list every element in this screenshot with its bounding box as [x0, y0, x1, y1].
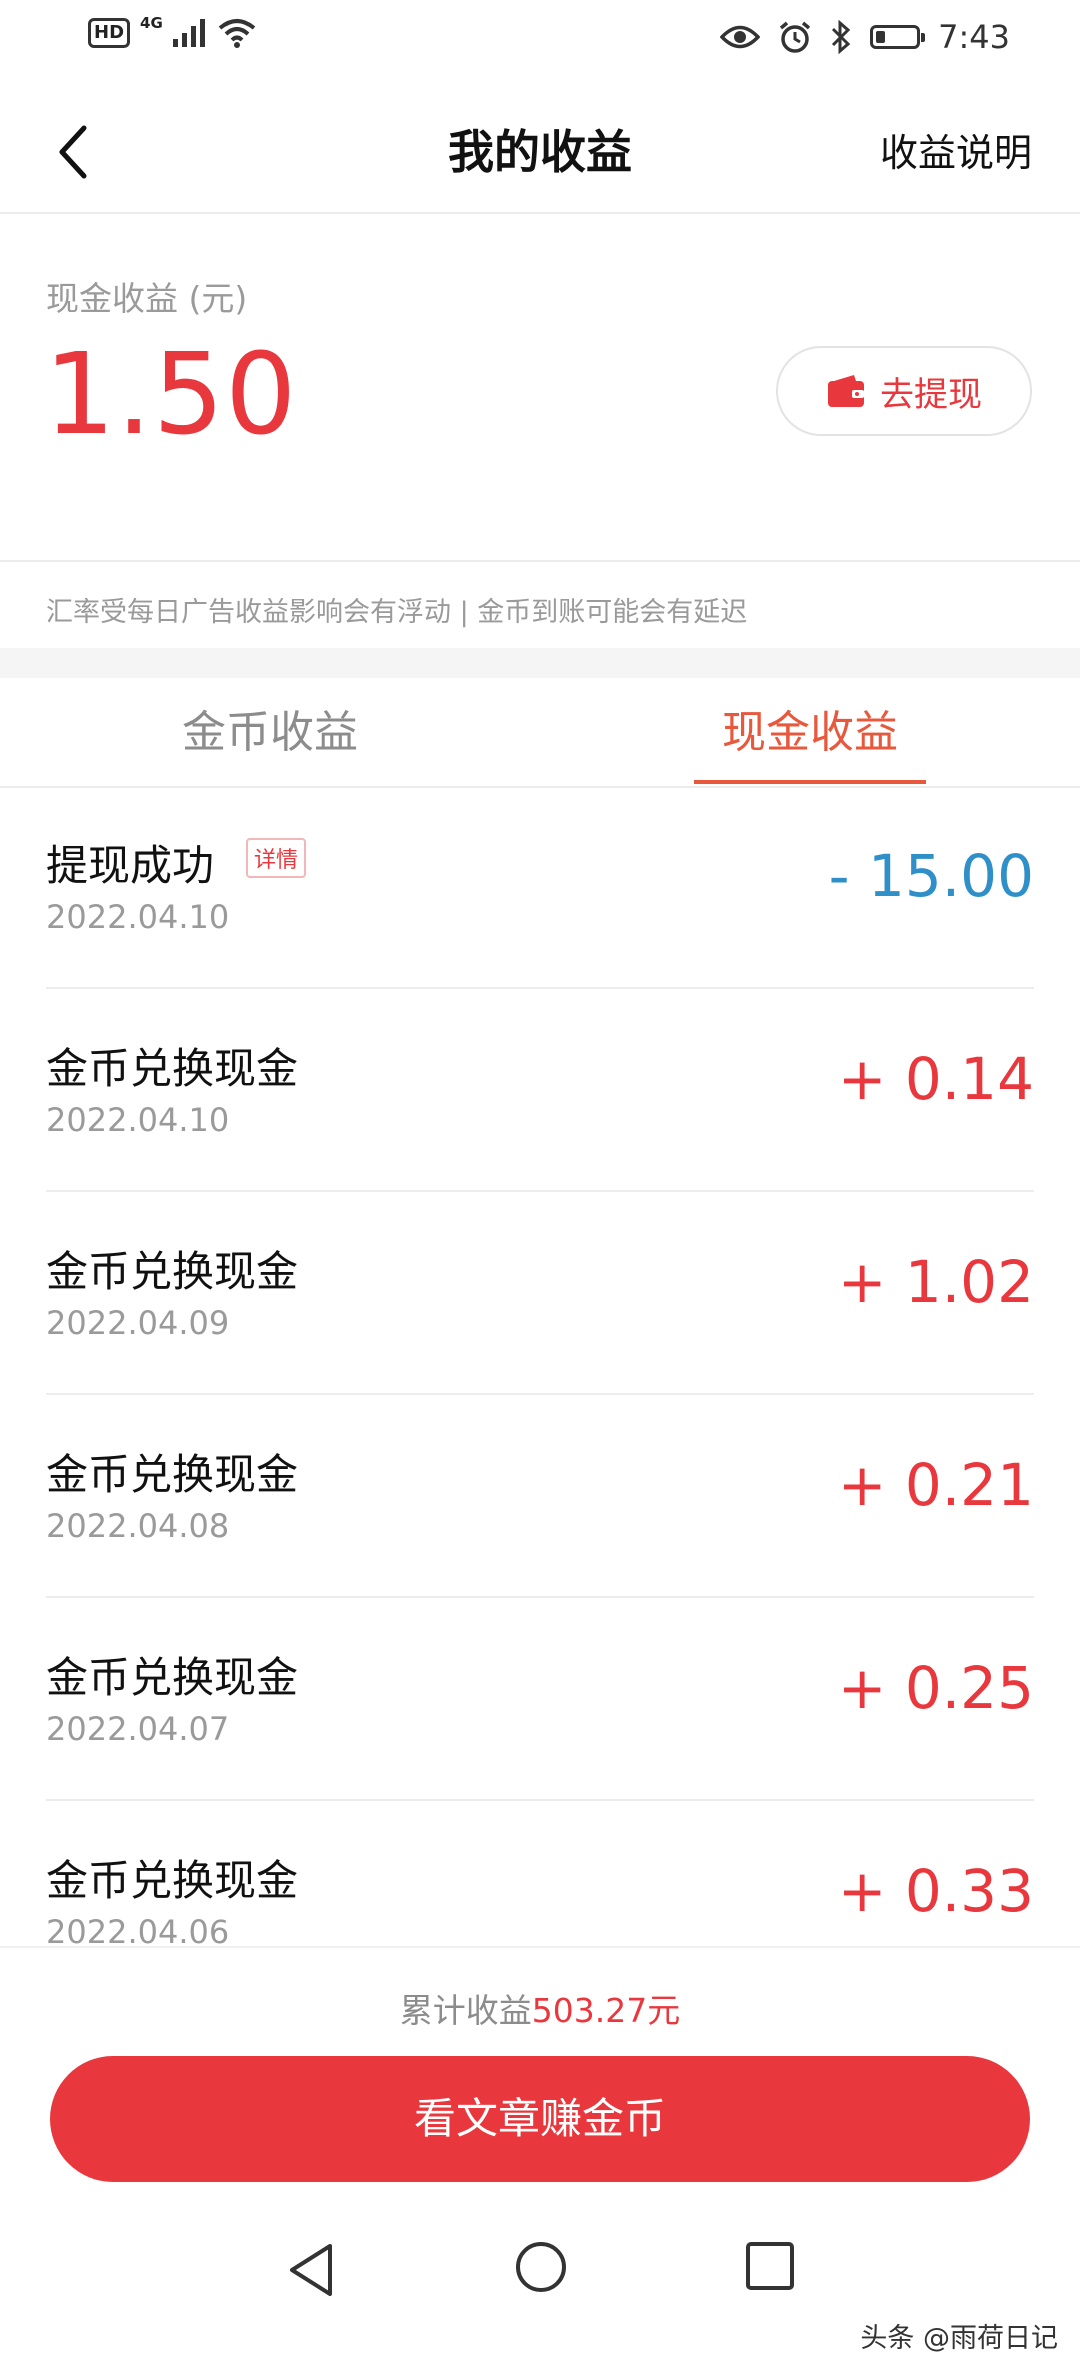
list-item[interactable]: 金币兑换现金 2022.04.10 + 0.14	[46, 989, 1034, 1192]
earnings-record-list[interactable]: 提现成功 详情 2022.04.10 - 15.00 金币兑换现金 2022.0…	[0, 786, 1080, 1946]
battery-icon	[870, 25, 926, 49]
wallet-icon	[828, 375, 864, 407]
list-item[interactable]: 金币兑换现金 2022.04.06 + 0.33	[46, 1801, 1034, 1946]
record-date: 2022.04.10	[46, 898, 230, 936]
record-amount: - 15.00	[828, 842, 1034, 910]
record-date: 2022.04.07	[46, 1710, 230, 1748]
network-type: 4G	[140, 14, 163, 32]
cash-earnings-value: 1.50	[44, 330, 298, 460]
record-date: 2022.04.08	[46, 1507, 230, 1545]
nav-back-icon[interactable]	[286, 2242, 336, 2298]
record-title: 金币兑换现金	[46, 1653, 299, 1702]
record-amount: + 0.33	[837, 1857, 1034, 1925]
withdraw-label: 去提现	[880, 374, 982, 415]
signal-icon	[172, 19, 205, 47]
watermark: 头条 @雨荷日记	[860, 2323, 1058, 2354]
nav-header: 我的收益 收益说明	[0, 82, 1080, 214]
clock: 7:43	[938, 18, 1010, 56]
detail-badge[interactable]: 详情	[246, 838, 307, 878]
record-title: 金币兑换现金	[46, 1247, 299, 1296]
read-articles-earn-coins-button[interactable]: 看文章赚金币	[50, 2056, 1030, 2182]
nav-home-icon[interactable]	[514, 2240, 568, 2294]
wifi-icon	[218, 19, 256, 48]
active-tab-indicator	[694, 780, 926, 784]
record-amount: + 1.02	[837, 1248, 1034, 1316]
status-bar: HD 4G 7:43	[0, 0, 1080, 82]
record-title: 金币兑换现金	[46, 1044, 299, 1093]
withdraw-button[interactable]: 去提现	[776, 346, 1032, 436]
total-earnings: 累计收益503.27元	[0, 1984, 1080, 2032]
list-item[interactable]: 金币兑换现金 2022.04.09 + 1.02	[46, 1192, 1034, 1395]
bottom-panel: 累计收益503.27元 看文章赚金币	[0, 1946, 1080, 2208]
record-amount: + 0.21	[837, 1451, 1034, 1519]
cash-earnings-label: 现金收益 (元)	[46, 279, 248, 318]
list-item[interactable]: 提现成功 详情 2022.04.10 - 15.00	[46, 786, 1034, 989]
earnings-tabs: 金币收益 现金收益	[0, 678, 1080, 788]
record-date: 2022.04.10	[46, 1101, 230, 1139]
status-right: 7:43	[720, 18, 1010, 56]
section-divider	[0, 648, 1080, 678]
hd-badge: HD	[88, 18, 131, 48]
record-title: 金币兑换现金	[46, 1856, 299, 1905]
notice-text: 汇率受每日广告收益影响会有浮动 | 金币到账可能会有延迟	[46, 597, 748, 628]
alarm-icon	[780, 21, 811, 53]
eye-icon	[720, 25, 761, 49]
notice-bar: 汇率受每日广告收益影响会有浮动 | 金币到账可能会有延迟	[0, 560, 1080, 650]
record-date: 2022.04.09	[46, 1304, 230, 1342]
nav-recent-apps-icon[interactable]	[744, 2240, 796, 2292]
list-item[interactable]: 金币兑换现金 2022.04.07 + 0.25	[46, 1598, 1034, 1801]
record-date: 2022.04.06	[46, 1913, 230, 1946]
bluetooth-icon	[832, 20, 851, 54]
total-earnings-label: 累计收益	[399, 1991, 532, 2030]
total-earnings-value: 503.27元	[531, 1991, 681, 2030]
record-amount: + 0.25	[837, 1654, 1034, 1722]
list-item[interactable]: 金币兑换现金 2022.04.08 + 0.21	[46, 1395, 1034, 1598]
battery-level	[876, 31, 885, 43]
record-amount: + 0.14	[837, 1045, 1034, 1113]
earnings-info-link[interactable]: 收益说明	[880, 122, 1032, 177]
record-title: 提现成功	[46, 841, 215, 890]
status-left: HD 4G	[88, 14, 257, 48]
record-title: 金币兑换现金	[46, 1450, 299, 1499]
tab-cash-earnings[interactable]: 现金收益	[540, 696, 1080, 760]
tab-coin-earnings[interactable]: 金币收益	[0, 696, 540, 760]
